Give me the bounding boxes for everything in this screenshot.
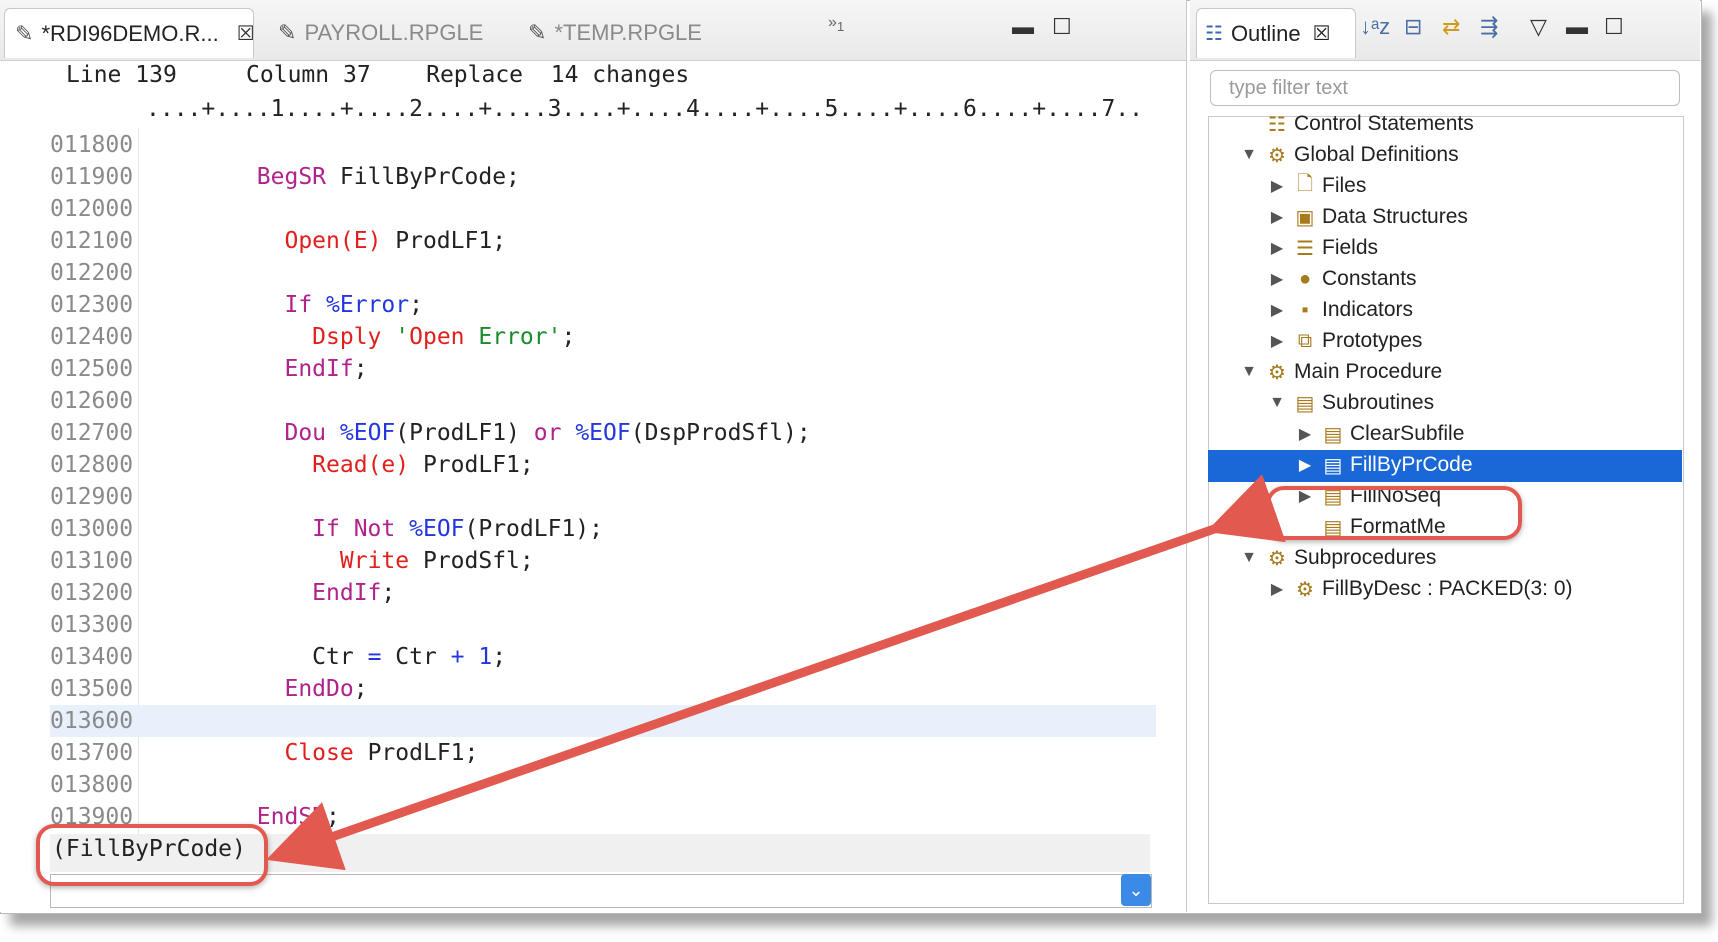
annotation-arrow: [266, 474, 1286, 871]
